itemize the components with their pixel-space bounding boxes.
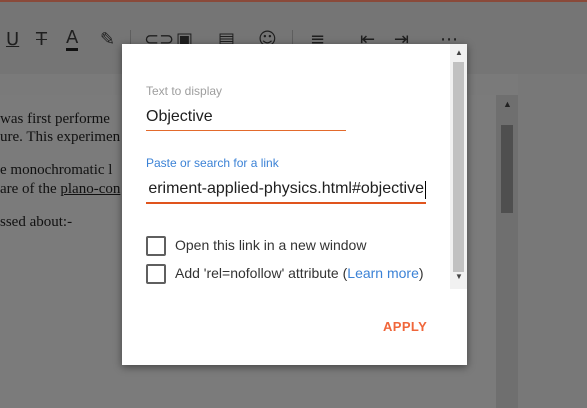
url-label: Paste or search for a link [146,156,279,170]
dialog-scrollbar[interactable]: ▲ ▼ [450,44,467,289]
nofollow-label: Add 'rel=nofollow' attribute (Learn more… [175,265,424,281]
link-dialog: Text to display Objective Paste or searc… [122,44,467,365]
scroll-up-icon[interactable]: ▲ [503,99,512,109]
scroll-thumb[interactable] [501,125,513,213]
apply-button[interactable]: APPLY [383,319,427,334]
text-to-display-input[interactable]: Objective [146,108,213,126]
doc-line: e monochromatic l [0,162,113,178]
doc-line: ssed about:- [0,214,73,230]
strikethrough-icon[interactable]: T [36,28,47,52]
scroll-down-icon[interactable]: ▼ [455,272,463,281]
url-input[interactable]: eriment-applied-physics.html#objective [146,177,426,203]
scroll-thumb[interactable] [453,62,464,272]
scroll-up-icon[interactable]: ▲ [455,48,463,57]
text-caret [425,181,426,199]
url-value: eriment-applied-physics.html#objective [148,180,424,197]
doc-line: was first performe [0,111,110,127]
url-input-underline [146,202,426,204]
underline-icon[interactable]: U [6,28,19,52]
right-panel [518,74,587,408]
new-window-label: Open this link in a new window [175,237,367,253]
doc-line: ure. This experimen [0,129,121,145]
text-input-underline [146,130,346,131]
text-color-icon[interactable]: A [66,28,79,51]
page-scrollbar[interactable]: ▲ [496,95,518,408]
new-window-checkbox[interactable] [146,236,166,256]
nofollow-checkbox[interactable] [146,264,166,284]
text-to-display-label: Text to display [146,84,223,98]
doc-line: are of the plano-con [0,181,121,197]
highlight-icon[interactable]: ✎ [100,28,115,52]
learn-more-link[interactable]: Learn more [347,265,419,281]
